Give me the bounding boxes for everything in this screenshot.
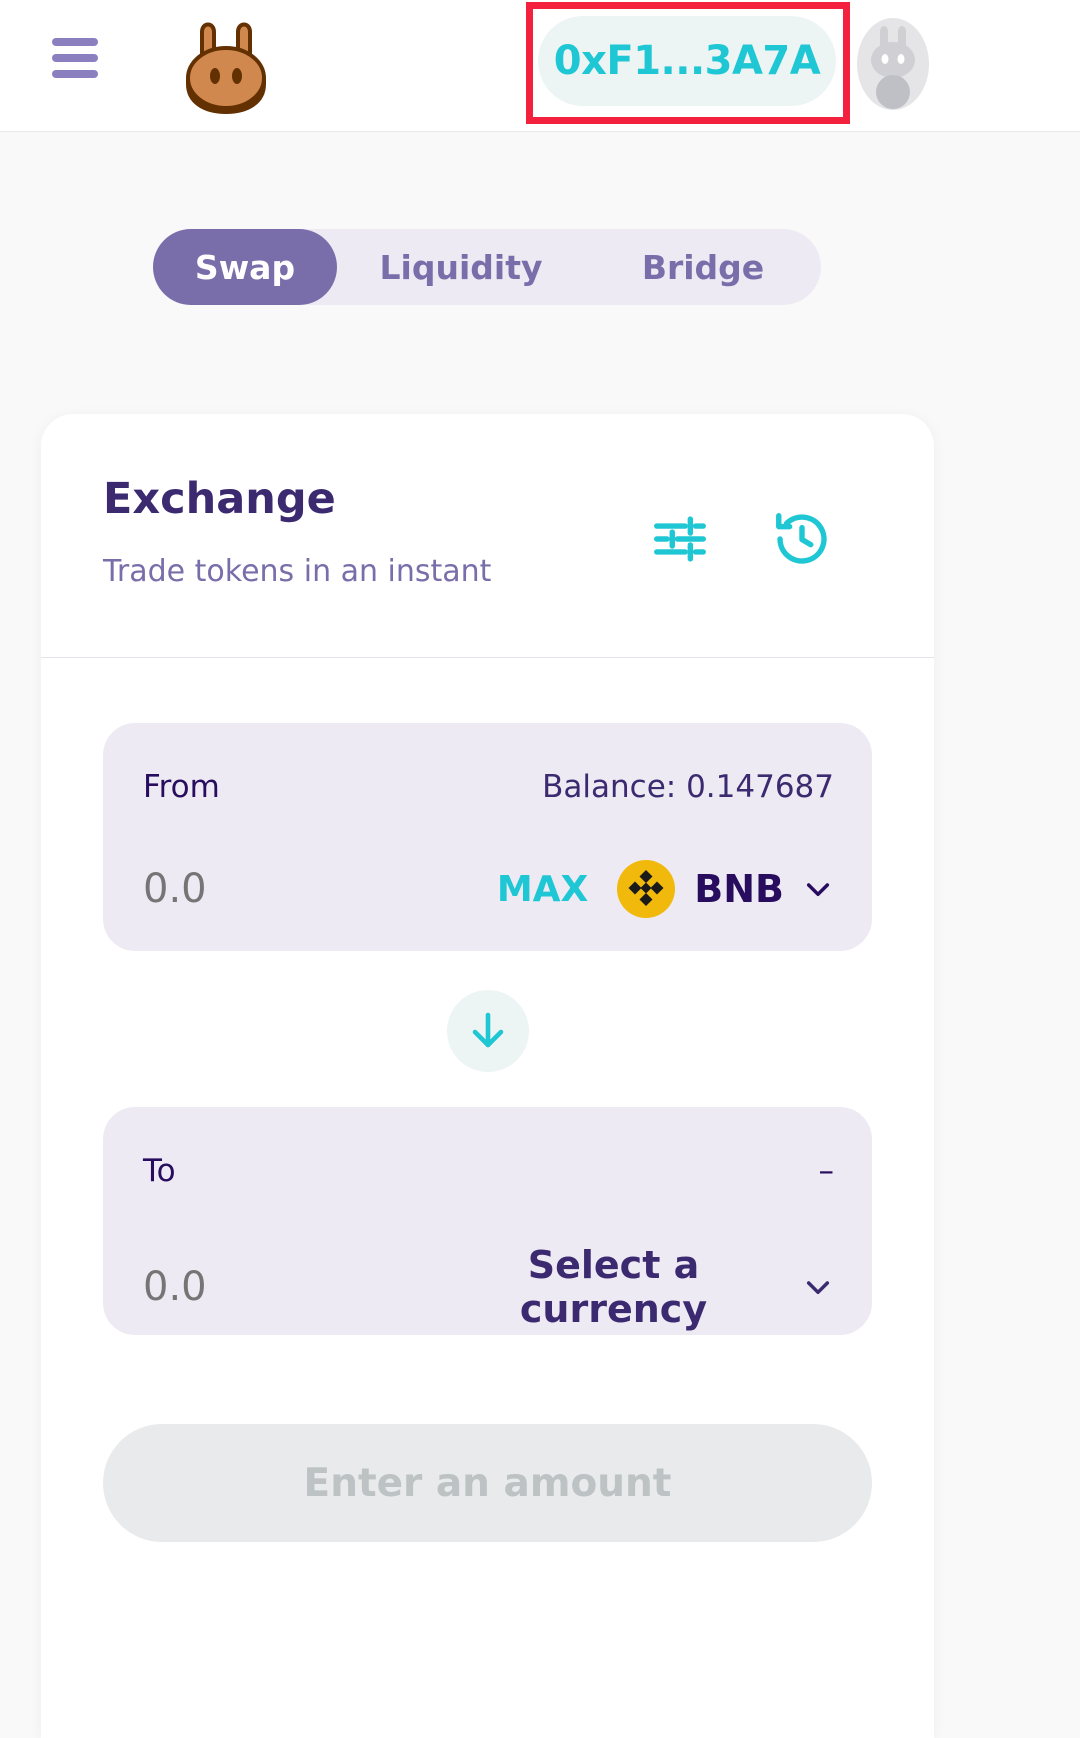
tab-swap-label: Swap: [195, 248, 295, 287]
hamburger-bar: [52, 38, 98, 46]
tab-bridge[interactable]: Bridge: [585, 229, 821, 305]
wallet-address-label: 0xF1...3A7A: [554, 38, 820, 84]
from-token-symbol: BNB: [694, 867, 784, 911]
swap-direction-button[interactable]: [447, 990, 529, 1072]
from-balance-label: Balance: 0.147687: [542, 769, 834, 805]
page-title: Exchange: [103, 474, 336, 524]
clock-history-icon[interactable]: [771, 508, 833, 570]
chevron-down-icon: [802, 1271, 834, 1303]
page-subtitle: Trade tokens in an instant: [103, 554, 491, 589]
wallet-address-button[interactable]: 0xF1...3A7A: [538, 16, 836, 106]
to-token-select-label: Select a currency: [443, 1243, 784, 1331]
pancakeswap-app: 0xF1...3A7A Swap Liquidity Bridge Exchan…: [0, 0, 1080, 1738]
to-panel-bottom-row: Select a currency: [143, 1243, 834, 1331]
to-label: To: [143, 1153, 176, 1189]
bnb-coin-icon: [616, 859, 676, 919]
exchange-card: Exchange Trade tokens in an instant: [41, 414, 934, 1738]
max-button[interactable]: MAX: [497, 869, 616, 910]
hamburger-bar: [52, 54, 98, 62]
to-balance-label: –: [819, 1153, 835, 1189]
pancakeswap-bunny-logo[interactable]: [182, 14, 270, 118]
from-label: From: [143, 769, 220, 805]
nav-tabs: Swap Liquidity Bridge: [153, 229, 821, 305]
tab-bridge-label: Bridge: [642, 248, 764, 287]
chevron-down-icon: [802, 873, 834, 905]
from-panel-controls: MAX BNB: [497, 859, 834, 919]
from-panel-top-row: From Balance: 0.147687: [143, 769, 834, 805]
arrow-down-icon: [464, 1007, 512, 1055]
tab-swap[interactable]: Swap: [153, 229, 337, 305]
bunny-avatar-icon[interactable]: [854, 16, 932, 112]
from-panel-bottom-row: MAX BNB: [143, 859, 834, 919]
tab-liquidity-label: Liquidity: [380, 248, 543, 287]
from-token-select-button[interactable]: BNB: [616, 859, 834, 919]
to-amount-input[interactable]: [143, 1264, 443, 1310]
sliders-settings-icon[interactable]: [649, 508, 711, 570]
tab-liquidity[interactable]: Liquidity: [337, 229, 585, 305]
to-panel-top-row: To –: [143, 1153, 834, 1189]
app-header: 0xF1...3A7A: [0, 0, 1080, 132]
to-token-select-button[interactable]: Select a currency: [443, 1243, 834, 1331]
to-panel: To – Select a currency: [103, 1107, 872, 1335]
hamburger-menu-icon[interactable]: [52, 38, 98, 78]
from-panel: From Balance: 0.147687 MAX: [103, 723, 872, 951]
from-amount-input[interactable]: [143, 866, 443, 912]
hamburger-bar: [52, 70, 98, 78]
enter-amount-button[interactable]: Enter an amount: [103, 1424, 872, 1542]
exchange-card-header: Exchange Trade tokens in an instant: [41, 414, 934, 658]
